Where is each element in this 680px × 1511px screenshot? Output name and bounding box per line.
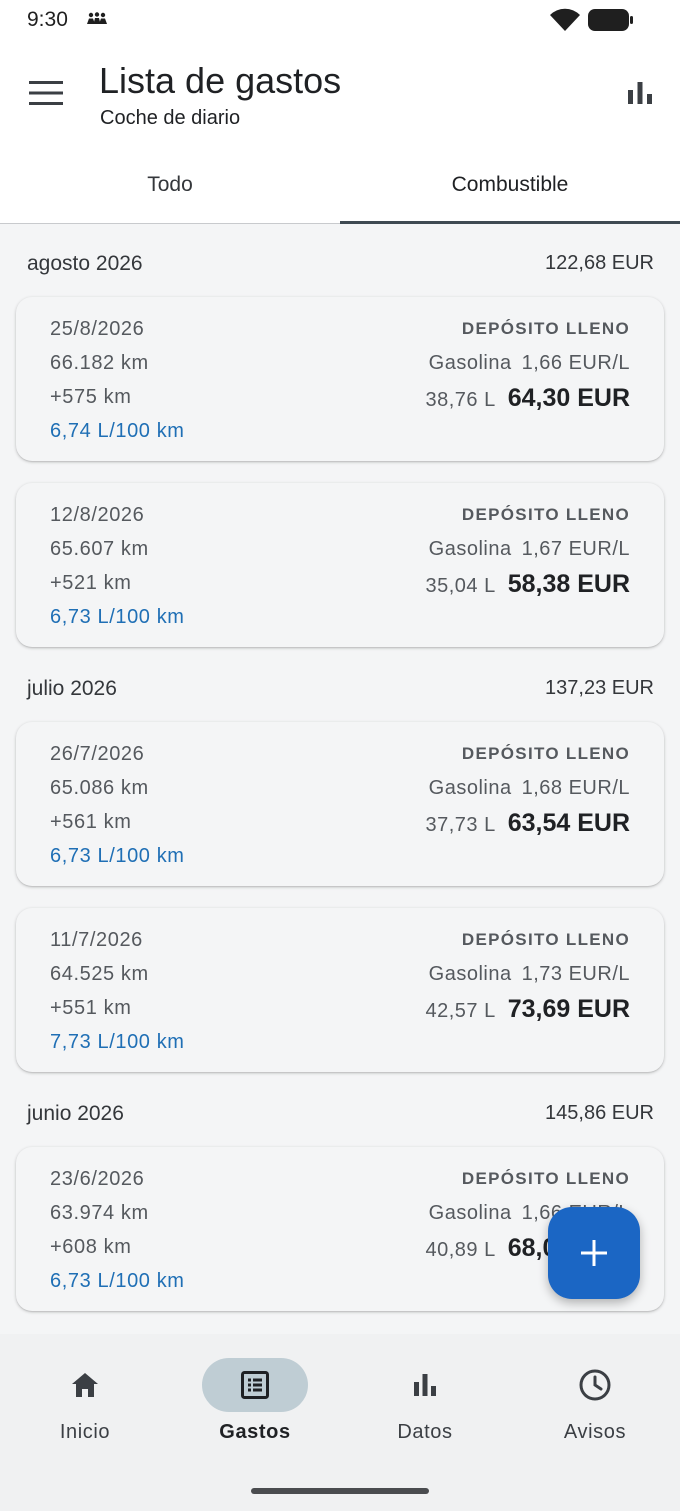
expense-card[interactable]: 12/8/2026 65.607 km +521 km 6,73 L/100 k…: [16, 483, 664, 647]
fuel-type: Gasolina: [428, 963, 512, 985]
entry-consumption: 6,74 L/100 km: [50, 420, 185, 442]
unit-price: 1,66 EUR/L: [521, 352, 630, 374]
nav-label: Datos: [397, 1421, 453, 1443]
plus-icon: [581, 1240, 607, 1266]
fuel-type: Gasolina: [428, 538, 512, 560]
page-title: Lista de gastos: [99, 60, 342, 101]
full-tank-label: DEPÓSITO LLENO: [461, 744, 630, 763]
expense-list[interactable]: agosto 2026 122,68 EUR 25/8/2026 66.182 …: [0, 224, 680, 1334]
fuel-type: Gasolina: [428, 777, 512, 799]
month-total: 145,86 EUR: [545, 1102, 654, 1124]
tab-bar: Todo Combustible: [0, 160, 680, 224]
page-subtitle: Coche de diario: [100, 107, 241, 129]
full-tank-label: DEPÓSITO LLENO: [461, 319, 630, 338]
entry-liters: 35,04 L: [425, 575, 496, 597]
nav-item-gastos[interactable]: Gastos: [170, 1358, 340, 1458]
fuel-type: Gasolina: [428, 1202, 512, 1224]
amount-row: 35,04 L 58,38 EUR: [425, 570, 630, 599]
bar-chart-icon: [410, 1370, 440, 1400]
month-name: junio 2026: [27, 1102, 124, 1125]
add-expense-button[interactable]: [548, 1207, 640, 1299]
home-icon: [70, 1370, 100, 1400]
entry-date: 23/6/2026: [50, 1168, 145, 1190]
month-header: junio 2026 145,86 EUR: [0, 1102, 680, 1142]
bottom-navigation: Inicio Gastos Datos Avisos: [0, 1334, 680, 1511]
expense-card[interactable]: 26/7/2026 65.086 km +561 km 6,73 L/100 k…: [16, 722, 664, 886]
entry-date: 12/8/2026: [50, 504, 145, 526]
status-time: 9:30: [27, 8, 68, 31]
fuel-info: Gasolina 1,66 EUR/L: [429, 352, 630, 375]
bar-chart-icon[interactable]: [626, 80, 654, 106]
entry-date: 26/7/2026: [50, 743, 145, 765]
home-indicator[interactable]: [251, 1488, 429, 1494]
entry-price: 73,69 EUR: [507, 995, 630, 1023]
entry-distance: +551 km: [50, 997, 132, 1019]
month-total: 137,23 EUR: [545, 677, 654, 699]
entry-date: 25/8/2026: [50, 318, 145, 340]
entry-price: 58,38 EUR: [507, 570, 630, 598]
tab-combustible[interactable]: Combustible: [340, 160, 680, 224]
amount-row: 37,73 L 63,54 EUR: [425, 809, 630, 838]
fuel-info: Gasolina 1,68 EUR/L: [429, 777, 630, 800]
entry-consumption: 6,73 L/100 km: [50, 1270, 185, 1292]
entry-distance: +561 km: [50, 811, 132, 833]
unit-price: 1,73 EUR/L: [521, 963, 630, 985]
tab-todo[interactable]: Todo: [0, 160, 340, 223]
entry-consumption: 6,73 L/100 km: [50, 845, 185, 867]
entry-price: 64,30 EUR: [507, 384, 630, 412]
entry-odometer: 66.182 km: [50, 352, 149, 374]
fuel-type: Gasolina: [428, 352, 512, 374]
amount-row: 38,76 L 64,30 EUR: [425, 384, 630, 413]
entry-consumption: 7,73 L/100 km: [50, 1031, 185, 1053]
unit-price: 1,68 EUR/L: [521, 777, 630, 799]
entry-liters: 38,76 L: [425, 389, 496, 411]
entry-distance: +608 km: [50, 1236, 132, 1258]
entry-odometer: 64.525 km: [50, 963, 149, 985]
entry-odometer: 63.974 km: [50, 1202, 149, 1224]
expense-card[interactable]: 25/8/2026 66.182 km +575 km 6,74 L/100 k…: [16, 297, 664, 461]
nav-label: Avisos: [563, 1421, 627, 1443]
entry-liters: 42,57 L: [425, 1000, 496, 1022]
month-total: 122,68 EUR: [545, 252, 654, 274]
month-name: julio 2026: [27, 677, 117, 700]
nav-item-avisos[interactable]: Avisos: [510, 1358, 680, 1458]
nav-item-datos[interactable]: Datos: [340, 1358, 510, 1458]
clock-icon: [579, 1369, 611, 1401]
amount-row: 42,57 L 73,69 EUR: [425, 995, 630, 1024]
wifi-icon: [549, 8, 581, 37]
status-bar: 9:30: [0, 0, 680, 40]
entry-odometer: 65.086 km: [50, 777, 149, 799]
receipt-list-icon: [240, 1370, 270, 1400]
battery-icon: [588, 9, 634, 36]
entry-distance: +521 km: [50, 572, 132, 594]
expense-card[interactable]: 11/7/2026 64.525 km +551 km 7,73 L/100 k…: [16, 908, 664, 1072]
nav-item-inicio[interactable]: Inicio: [0, 1358, 170, 1458]
full-tank-label: DEPÓSITO LLENO: [461, 505, 630, 524]
nav-label: Gastos: [219, 1421, 291, 1443]
fuel-info: Gasolina 1,67 EUR/L: [429, 538, 630, 561]
unit-price: 1,67 EUR/L: [521, 538, 630, 560]
entry-date: 11/7/2026: [50, 929, 143, 951]
entry-odometer: 65.607 km: [50, 538, 149, 560]
full-tank-label: DEPÓSITO LLENO: [461, 1169, 630, 1188]
menu-icon[interactable]: [29, 80, 63, 106]
people-icon: [86, 12, 108, 31]
month-header: julio 2026 137,23 EUR: [0, 677, 680, 717]
entry-liters: 40,89 L: [425, 1239, 496, 1261]
month-header: agosto 2026 122,68 EUR: [0, 252, 680, 292]
app-header: Lista de gastos Coche de diario Todo Com…: [0, 40, 680, 224]
entry-liters: 37,73 L: [425, 814, 496, 836]
entry-price: 63,54 EUR: [507, 809, 630, 837]
nav-label: Inicio: [59, 1421, 111, 1443]
entry-distance: +575 km: [50, 386, 132, 408]
full-tank-label: DEPÓSITO LLENO: [461, 930, 630, 949]
month-name: agosto 2026: [27, 252, 143, 275]
entry-consumption: 6,73 L/100 km: [50, 606, 185, 628]
fuel-info: Gasolina 1,73 EUR/L: [429, 963, 630, 986]
